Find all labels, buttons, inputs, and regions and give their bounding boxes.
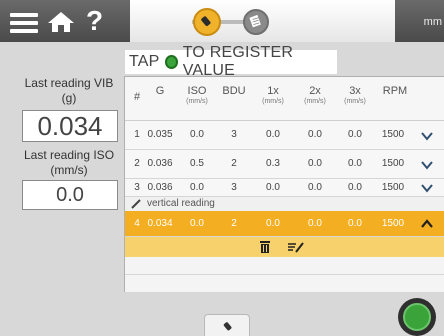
cell-iso: 0.0 (190, 182, 204, 193)
chevron-up-icon[interactable] (421, 218, 433, 230)
cell-1x: 0.0 (266, 129, 280, 140)
vib-label: Last reading VIB (g) (14, 76, 124, 106)
table-row-selected[interactable]: 4 0.034 0.0 2 0.0 0.0 0.0 1500 (125, 211, 444, 237)
cell-g: 0.035 (147, 129, 173, 140)
cell-1x: 0.0 (266, 182, 280, 193)
menu-icon[interactable] (10, 13, 38, 33)
help-icon[interactable]: ? (86, 6, 103, 36)
cell-rpm: 1500 (381, 218, 405, 229)
cell-bdu: 2 (231, 158, 237, 169)
chevron-down-icon[interactable] (421, 182, 433, 194)
list-step-icon[interactable] (243, 9, 269, 35)
iso-label-line2: (mm/s) (50, 163, 88, 177)
cell-bdu: 2 (231, 218, 237, 229)
cell-iso: 0.0 (190, 129, 204, 140)
header-2x: 2x (mm/s) (304, 85, 326, 105)
readings-table: # G ISO (mm/s) BDU 1x (mm/s) 2x (mm/s) 3x (m… (124, 76, 444, 293)
cell-3x: 0.0 (348, 182, 362, 193)
vib-value: 0.034 (22, 110, 118, 142)
vib-label-line2: (g) (61, 91, 77, 105)
top-bar: ? mm (0, 0, 444, 42)
iso-label-line1: Last reading ISO (23, 148, 115, 162)
empty-row (125, 275, 444, 293)
instruction-text-before: TAP (129, 53, 160, 70)
note-row: vertical reading (125, 197, 444, 211)
pencil-icon (131, 199, 141, 209)
chevron-down-icon[interactable] (421, 130, 433, 142)
cell-2x: 0.0 (308, 158, 322, 169)
table-row[interactable]: 1 0.035 0.0 3 0.0 0.0 0.0 1500 (125, 121, 444, 150)
instruction-text-after: TO REGISTER VALUE (182, 44, 294, 79)
cell-rpm: 1500 (381, 158, 405, 169)
edit-note-icon[interactable] (287, 241, 305, 253)
vib-label-line1: Last reading VIB (24, 76, 114, 90)
cell-g: 0.036 (147, 158, 173, 169)
chevron-down-icon[interactable] (421, 159, 433, 171)
cell-iso: 0.5 (190, 158, 204, 169)
cell-g: 0.036 (147, 182, 173, 193)
cell-rpm: 1500 (381, 182, 405, 193)
iso-value: 0.0 (22, 180, 118, 210)
register-dot-icon (164, 55, 178, 69)
cell-bdu: 3 (231, 129, 237, 140)
cell-3x: 0.0 (348, 218, 362, 229)
header-bdu: BDU (222, 85, 246, 97)
cell-rpm: 1500 (381, 129, 405, 140)
cell-2x: 0.0 (308, 218, 322, 229)
sensor-step-icon[interactable] (193, 8, 221, 36)
header-g: G (155, 85, 165, 97)
header-1x: 1x (mm/s) (262, 85, 284, 105)
header-iso: ISO (mm/s) (186, 85, 208, 105)
sensor-tab[interactable] (204, 314, 250, 336)
header-rpm: RPM (382, 85, 408, 97)
cell-3x: 0.0 (348, 129, 362, 140)
cell-g: 0.034 (147, 218, 173, 229)
table-row[interactable]: 3 0.036 0.0 3 0.0 0.0 0.0 1500 (125, 179, 444, 197)
table-header: # G ISO (mm/s) BDU 1x (mm/s) 2x (mm/s) 3x (m… (125, 77, 444, 121)
sensor-icon (223, 322, 232, 331)
trash-icon[interactable] (259, 240, 271, 254)
cell-1x: 0.3 (266, 158, 280, 169)
header-number: # (133, 91, 141, 103)
confirm-dot-icon (403, 303, 431, 331)
unit-label: mm (423, 16, 442, 28)
header-3x: 3x (mm/s) (344, 85, 366, 105)
note-text: vertical reading (147, 198, 215, 209)
cell-2x: 0.0 (308, 129, 322, 140)
table-row[interactable]: 2 0.036 0.5 2 0.3 0.0 0.0 1500 (125, 150, 444, 179)
cell-3x: 0.0 (348, 158, 362, 169)
row-actions (125, 237, 444, 257)
cell-iso: 0.0 (190, 218, 204, 229)
iso-label: Last reading ISO (mm/s) (14, 148, 124, 178)
confirm-button[interactable] (398, 298, 436, 336)
home-icon[interactable] (46, 10, 76, 34)
cell-2x: 0.0 (308, 182, 322, 193)
instruction-banner: TAP TO REGISTER VALUE (125, 44, 337, 79)
cell-bdu: 3 (231, 182, 237, 193)
empty-row (125, 257, 444, 275)
cell-1x: 0.0 (266, 218, 280, 229)
